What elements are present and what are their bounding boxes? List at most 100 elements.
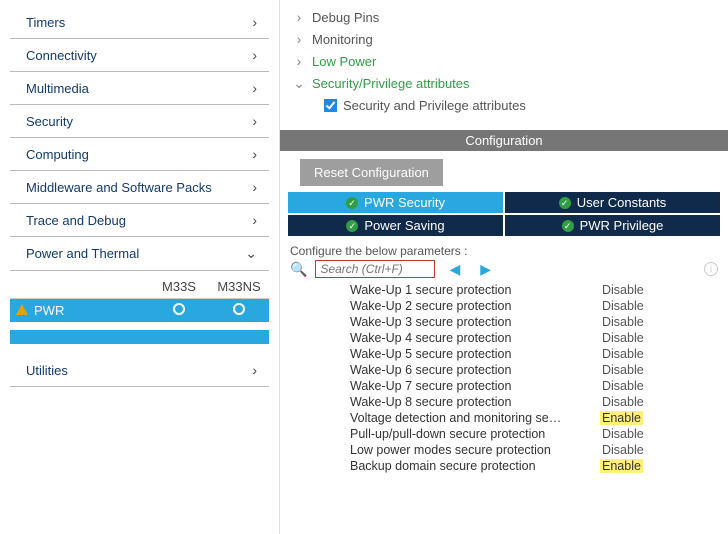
chevron-right-icon: ›	[252, 146, 257, 162]
category-label: Computing	[26, 147, 89, 162]
param-name: Wake-Up 4 secure protection	[350, 331, 600, 345]
chevron-down-icon: ⌄	[245, 245, 257, 262]
category-label: Power and Thermal	[26, 246, 139, 261]
left-panel: Timers›Connectivity›Multimedia›Security›…	[0, 0, 280, 534]
category-security[interactable]: Security ›	[10, 105, 269, 138]
category-middleware-and-software-packs[interactable]: Middleware and Software Packs ›	[10, 171, 269, 204]
search-input[interactable]	[315, 260, 435, 278]
tab-pwr-privilege[interactable]: PWR Privilege	[505, 215, 720, 236]
param-row[interactable]: Wake-Up 8 secure protectionDisable	[290, 394, 718, 410]
chevron-right-icon: ›	[252, 362, 257, 378]
search-prev-button[interactable]: ◀	[443, 261, 466, 278]
chevron-right-icon: ›	[292, 31, 306, 47]
chevron-down-icon: ⌄	[292, 75, 306, 92]
param-value[interactable]: Disable	[600, 283, 646, 297]
tab-label: Power Saving	[364, 218, 444, 233]
param-row[interactable]: Wake-Up 5 secure protectionDisable	[290, 346, 718, 362]
tab-user-constants[interactable]: User Constants	[505, 192, 720, 213]
param-value[interactable]: Disable	[600, 331, 646, 345]
col-m33s: M33S	[149, 275, 209, 298]
chevron-right-icon: ›	[252, 14, 257, 30]
param-name: Wake-Up 2 secure protection	[350, 299, 600, 313]
category-power-and-thermal[interactable]: Power and Thermal ⌄	[10, 237, 269, 271]
param-row[interactable]: Wake-Up 6 secure protectionDisable	[290, 362, 718, 378]
chevron-right-icon: ›	[292, 9, 306, 25]
reset-configuration-button[interactable]: Reset Configuration	[300, 159, 443, 186]
param-name: Voltage detection and monitoring se…	[350, 411, 600, 425]
param-value[interactable]: Disable	[600, 363, 646, 377]
tab-power-saving[interactable]: Power Saving	[288, 215, 503, 236]
param-row[interactable]: Backup domain secure protectionEnable	[290, 458, 718, 474]
param-value[interactable]: Disable	[600, 315, 646, 329]
tree-item-low-power[interactable]: › Low Power	[292, 50, 716, 72]
param-name: Wake-Up 3 secure protection	[350, 315, 600, 329]
tree-label: Monitoring	[312, 32, 373, 47]
info-icon[interactable]: i	[704, 262, 718, 276]
config-tabs: PWR Security User Constants Power Saving PW…	[280, 192, 728, 236]
param-row[interactable]: Pull-up/pull-down secure protectionDisab…	[290, 426, 718, 442]
tab-pwr-security[interactable]: PWR Security	[288, 192, 503, 213]
category-trace-and-debug[interactable]: Trace and Debug›	[10, 204, 269, 237]
param-name: Wake-Up 8 secure protection	[350, 395, 600, 409]
chevron-right-icon: ›	[252, 113, 257, 129]
tree-child[interactable]: Security and Privilege attributes	[324, 95, 716, 116]
param-row[interactable]: Voltage detection and monitoring se…Enab…	[290, 410, 718, 426]
param-value[interactable]: Disable	[600, 427, 646, 441]
category-connectivity[interactable]: Connectivity ›	[10, 39, 269, 72]
param-value[interactable]: Disable	[600, 299, 646, 313]
tab-label: User Constants	[577, 195, 667, 210]
chevron-right-icon: ›	[252, 47, 257, 63]
col-m33ns: M33NS	[209, 275, 269, 298]
param-list: Wake-Up 1 secure protectionDisableWake-U…	[290, 282, 718, 474]
param-name: Wake-Up 5 secure protection	[350, 347, 600, 361]
param-value[interactable]: Enable	[600, 459, 643, 473]
param-value[interactable]: Disable	[600, 379, 646, 393]
peripheral-row-pwr[interactable]: PWR	[10, 299, 269, 322]
param-value[interactable]: Enable	[600, 411, 643, 425]
param-row[interactable]: Wake-Up 4 secure protectionDisable	[290, 330, 718, 346]
param-row[interactable]: Wake-Up 7 secure protectionDisable	[290, 378, 718, 394]
radio-m33s[interactable]	[173, 303, 185, 315]
param-name: Wake-Up 6 secure protection	[350, 363, 600, 377]
category-utilities[interactable]: Utilities ›	[10, 354, 269, 387]
params-title: Configure the below parameters :	[290, 244, 718, 258]
param-name: Low power modes secure protection	[350, 443, 600, 457]
category-label: Utilities	[26, 363, 68, 378]
param-name: Wake-Up 1 secure protection	[350, 283, 600, 297]
tab-label: PWR Security	[364, 195, 445, 210]
chevron-right-icon: ›	[252, 179, 257, 195]
param-row[interactable]: Wake-Up 2 secure protectionDisable	[290, 298, 718, 314]
tab-label: PWR Privilege	[580, 218, 664, 233]
check-icon	[559, 197, 571, 209]
category-multimedia[interactable]: Multimedia›	[10, 72, 269, 105]
search-icon[interactable]: 🔍	[290, 261, 307, 278]
category-label: Security	[26, 114, 73, 129]
category-computing[interactable]: Computing ›	[10, 138, 269, 171]
check-icon	[346, 197, 358, 209]
tree-child-label: Security and Privilege attributes	[343, 98, 526, 113]
tree-label: Security/Privilege attributes	[312, 76, 470, 91]
check-icon	[346, 220, 358, 232]
chevron-right-icon: ›	[292, 53, 306, 69]
param-row[interactable]: Wake-Up 3 secure protectionDisable	[290, 314, 718, 330]
tree-item-debug-pins[interactable]: › Debug Pins	[292, 6, 716, 28]
right-panel: › Debug Pins › Monitoring › Low Power ⌄ Securit…	[280, 0, 728, 534]
param-row[interactable]: Low power modes secure protectionDisable	[290, 442, 718, 458]
tree-label: Low Power	[312, 54, 376, 69]
search-next-button[interactable]: ▶	[474, 261, 497, 278]
tree-item-monitoring[interactable]: › Monitoring	[292, 28, 716, 50]
param-value[interactable]: Disable	[600, 347, 646, 361]
category-label: Middleware and Software Packs	[26, 180, 212, 195]
selection-strip	[10, 330, 269, 344]
check-icon	[562, 220, 574, 232]
checkbox[interactable]	[324, 99, 337, 112]
category-timers[interactable]: Timers›	[10, 6, 269, 39]
param-row[interactable]: Wake-Up 1 secure protectionDisable	[290, 282, 718, 298]
param-value[interactable]: Disable	[600, 395, 646, 409]
param-value[interactable]: Disable	[600, 443, 646, 457]
category-label: Multimedia	[26, 81, 89, 96]
tree-label: Debug Pins	[312, 10, 379, 25]
tree-item-security-privilege-attributes[interactable]: ⌄ Security/Privilege attributes	[292, 72, 716, 95]
radio-m33ns[interactable]	[233, 303, 245, 315]
category-label: Connectivity	[26, 48, 97, 63]
